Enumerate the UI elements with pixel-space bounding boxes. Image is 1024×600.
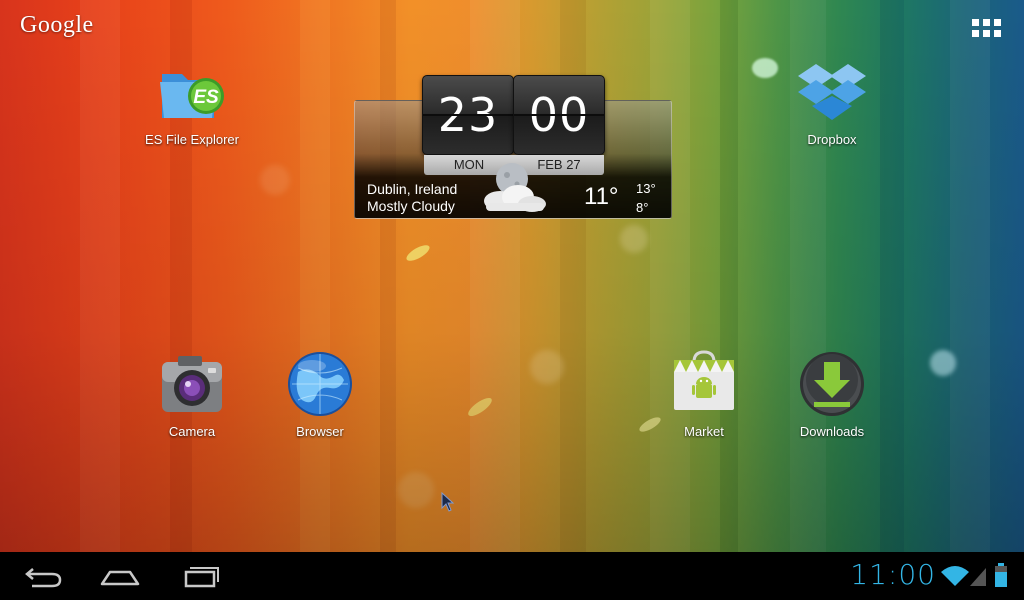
high-temperature: 13° [636, 181, 656, 196]
system-navigation-bar: 11:00 [0, 552, 1024, 600]
es-file-explorer-icon: ES [156, 56, 228, 128]
recent-apps-icon[interactable] [172, 560, 228, 592]
downloads-label: Downloads [799, 424, 865, 439]
market-label: Market [684, 424, 724, 439]
apps-grid-icon[interactable] [972, 16, 1002, 40]
es-file-explorer-app[interactable]: ES ES File Explorer [132, 56, 252, 147]
cloudy-moon-icon [478, 159, 548, 215]
home-icon[interactable] [92, 560, 148, 592]
svg-text:ES: ES [193, 87, 219, 108]
es-file-explorer-label: ES File Explorer [145, 132, 239, 147]
camera-label: Camera [168, 424, 216, 439]
clock-minute: 00 [513, 75, 605, 155]
camera-app[interactable]: Camera [132, 348, 252, 439]
dropbox-label: Dropbox [807, 132, 857, 147]
browser-label: Browser [296, 424, 344, 439]
low-temperature: 8° [636, 200, 649, 215]
download-icon [796, 348, 868, 420]
clock-weather-widget[interactable]: 23 00 MON FEB 27 Dublin, Ireland Mostly … [354, 73, 672, 219]
mouse-cursor [441, 491, 455, 516]
market-app[interactable]: Market [644, 348, 764, 439]
downloads-app[interactable]: Downloads [772, 348, 892, 439]
battery-icon [994, 562, 1008, 592]
signal-icon [968, 565, 988, 591]
globe-icon [284, 348, 356, 420]
current-temperature: 11° [584, 183, 619, 210]
back-icon[interactable] [14, 560, 70, 592]
market-bag-icon [668, 348, 740, 420]
clock-hour: 23 [422, 75, 514, 155]
wifi-icon [940, 564, 970, 592]
weather-city: Dublin, Ireland [367, 181, 458, 197]
dropbox-icon [796, 56, 868, 128]
camera-icon [156, 348, 228, 420]
weather-condition: Mostly Cloudy [367, 198, 455, 214]
browser-app[interactable]: Browser [260, 348, 380, 439]
dropbox-app[interactable]: Dropbox [772, 56, 892, 147]
status-clock[interactable]: 11:00 [850, 558, 936, 591]
google-search-bar[interactable]: Google [20, 12, 94, 39]
